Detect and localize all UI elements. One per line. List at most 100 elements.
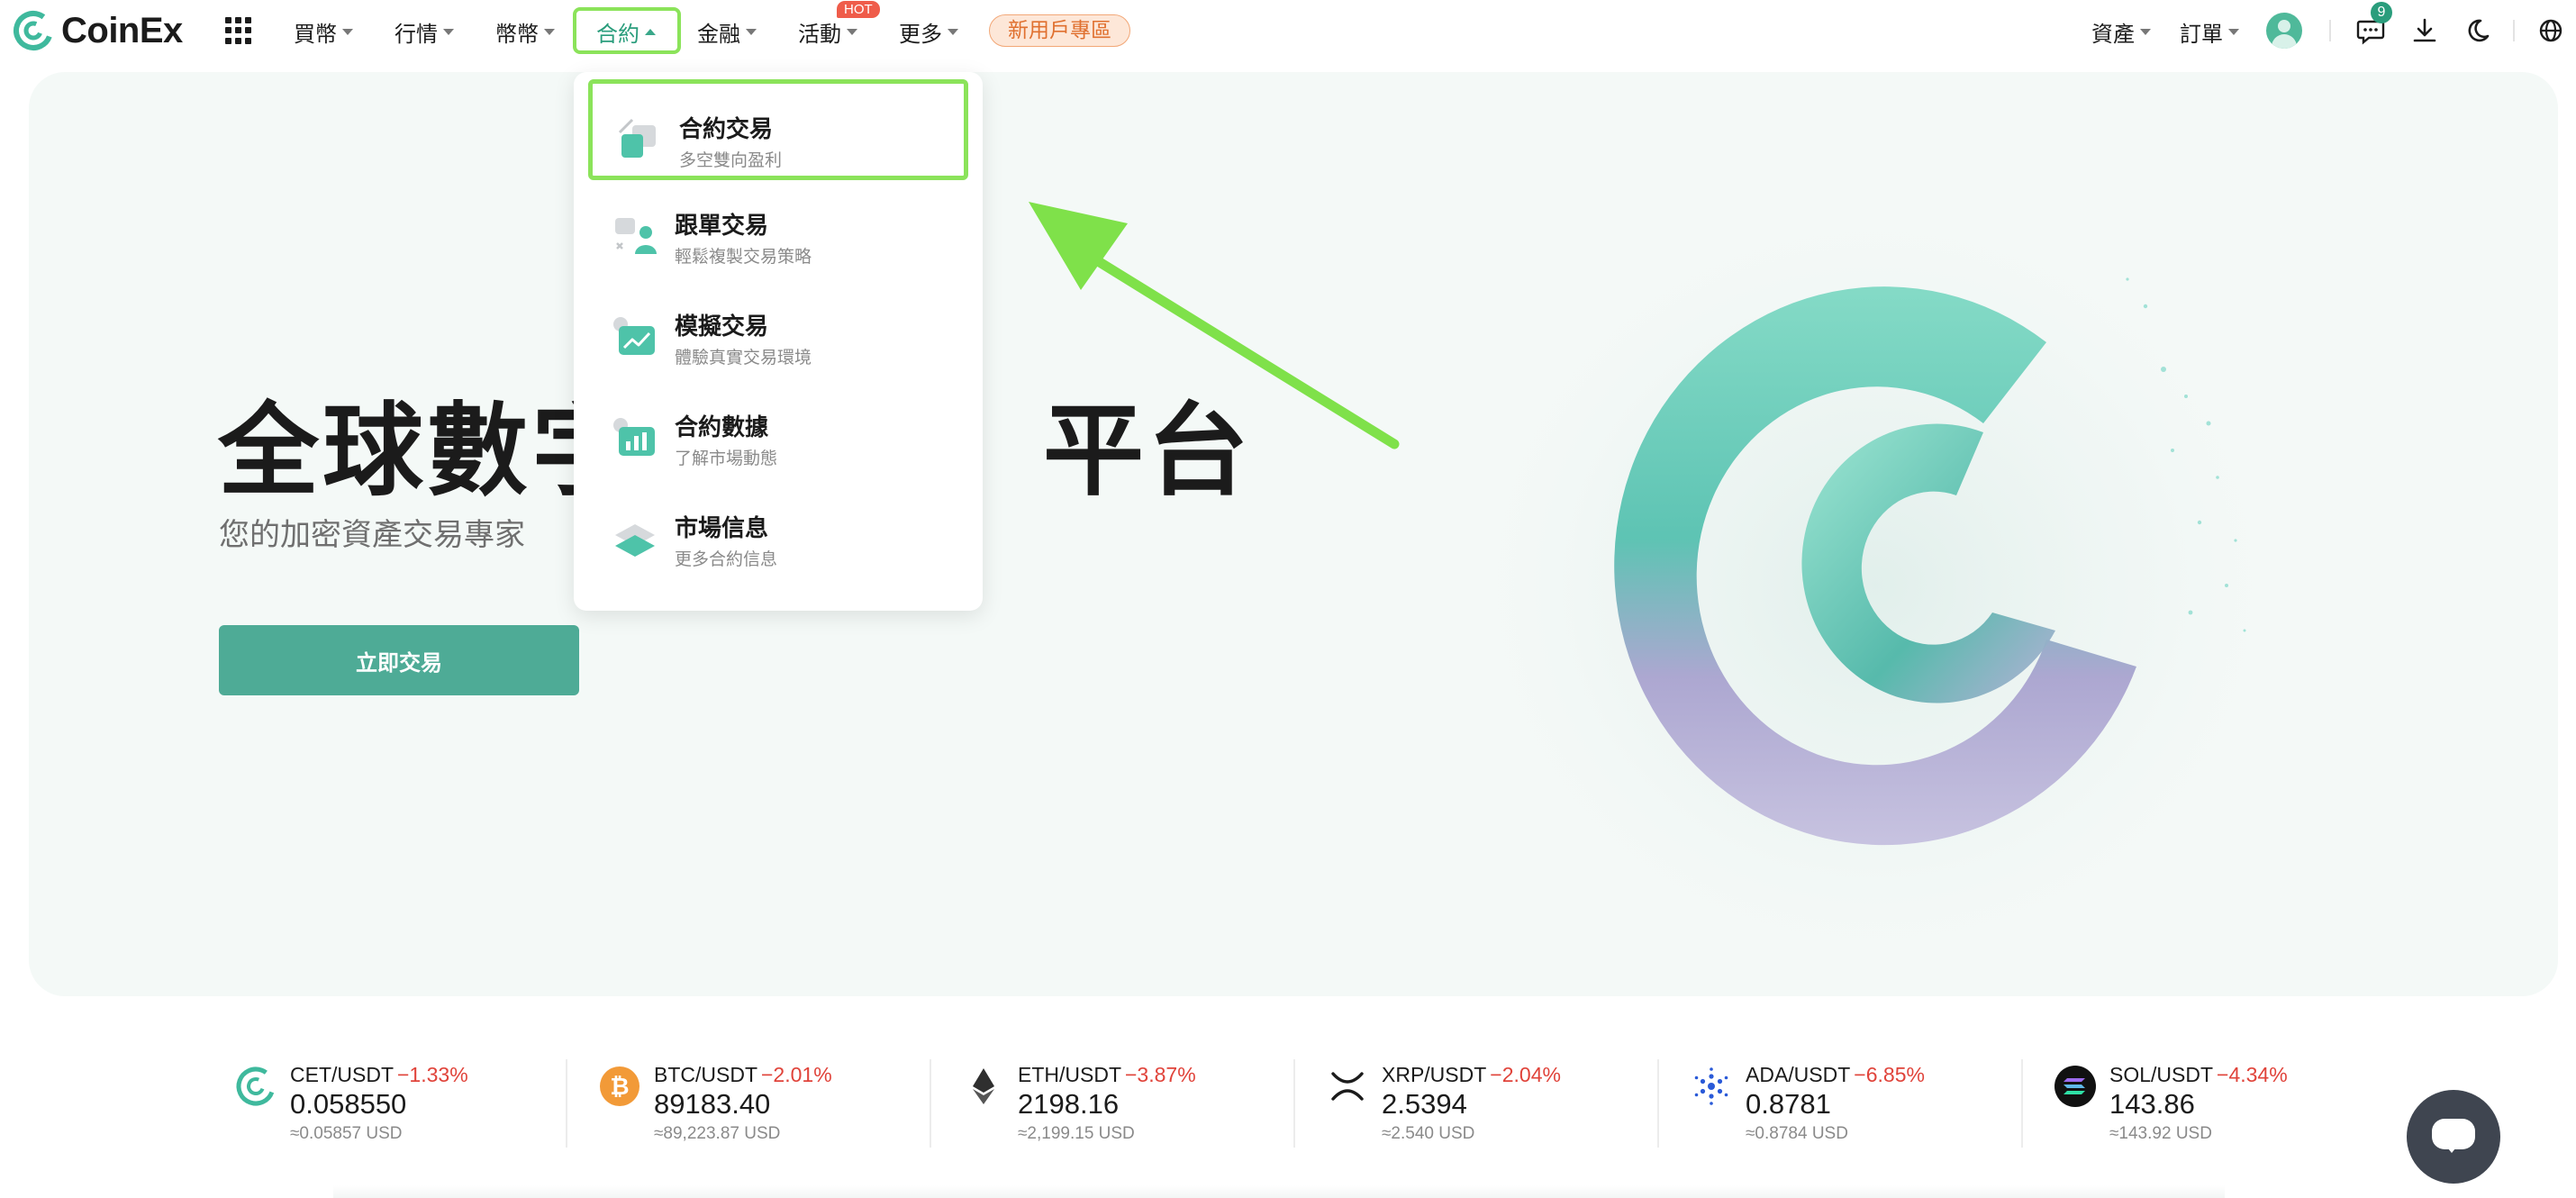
ticker-usd-value: ≈2,199.15 USD [1018,1124,1135,1143]
menu-item-market-info[interactable]: 市場信息 更多合約信息 [588,483,968,584]
chevron-down-icon [948,28,958,35]
futures-data-bar-icon [613,418,655,456]
ticker-usd-value: ≈2.540 USD [1382,1124,1475,1143]
ticker-price: 143.86 [2109,1088,2195,1120]
hot-badge: HOT [837,1,880,18]
market-info-layers-icon [615,524,655,557]
chevron-down-icon [746,28,757,35]
nav-buy-crypto-label: 買幣 [294,21,337,47]
ticker-pair: XRP/USDT −2.04% [1382,1063,1561,1087]
eth-coin-icon [973,1068,994,1104]
download-icon[interactable] [2408,14,2441,47]
language-globe-icon[interactable] [2535,14,2567,47]
nav-assets[interactable]: 資產 [2091,17,2151,47]
user-avatar[interactable] [2266,13,2302,49]
menu-item-demo-trading[interactable]: 模擬交易 體驗真實交易環境 [588,281,968,382]
ticker-item-sol[interactable]: SOL/USDT −4.34% 143.86 ≈143.92 USD [2027,1052,2390,1151]
nav-futures[interactable]: 合約 [596,17,656,47]
nav-more[interactable]: 更多 [899,17,958,47]
menu-item-title: 模擬交易 [675,313,769,340]
support-chat-button[interactable] [2407,1090,2500,1184]
menu-item-desc: 體驗真實交易環境 [675,348,812,368]
ticker-item-xrp[interactable]: XRP/USDT −2.04% 2.5394 ≈2.540 USD [1299,1052,1663,1151]
sol-coin-icon [2054,1066,2096,1107]
message-count-badge: 9 [2371,2,2392,23]
coinex-logo[interactable]: CoinEx [13,9,183,52]
hero-title-right: 平台 [1043,393,1252,510]
ticker-price: 0.8781 [1746,1088,1831,1120]
ticker-price: 89183.40 [654,1088,771,1120]
menu-item-title: 跟單交易 [675,213,769,240]
coinex-logo-icon [14,11,53,50]
price-change: −2.01% [761,1063,832,1086]
ticker-usd-value: ≈143.92 USD [2109,1124,2212,1143]
coinex-3d-logo-artwork [1452,189,2299,982]
chevron-down-icon [2140,28,2151,35]
pair-name: ADA/USDT [1746,1063,1851,1086]
nav-markets-label: 行情 [395,21,438,47]
menu-item-futures-data[interactable]: 合約數據 了解市場動態 [588,382,968,483]
nav-activities[interactable]: 活動 [798,17,857,47]
chevron-down-icon [544,28,555,35]
ticker-usd-value: ≈0.8784 USD [1746,1124,1848,1143]
ticker-pair: BTC/USDT −2.01% [654,1063,832,1087]
top-nav: CoinEx 買幣 行情 幣幣 合約 金融 活動 HOT 更多 新用戶專區 資產… [0,0,2576,61]
menu-item-desc: 更多合約信息 [675,549,778,569]
nav-finance[interactable]: 金融 [697,17,757,47]
ticker-price: 2198.16 [1018,1088,1120,1120]
ticker-pair: SOL/USDT −4.34% [2109,1063,2288,1087]
brand-name: CoinEx [61,10,183,50]
ticker-divider [1293,1059,1295,1148]
ticker-divider [2021,1059,2023,1148]
nav-finance-label: 金融 [697,21,740,47]
menu-item-futures-trading[interactable]: 合約交易 多空雙向盈利 [588,79,968,180]
ticker-item-ada[interactable]: ADA/USDT −6.85% 0.8781 ≈0.8784 USD [1663,1052,2027,1151]
price-change: −3.87% [1125,1063,1196,1086]
nav-markets[interactable]: 行情 [395,17,454,47]
nav-spot[interactable]: 幣幣 [495,17,555,47]
nav-spot-label: 幣幣 [495,21,539,47]
chevron-down-icon [342,28,353,35]
ticker-usd-value: ≈0.05857 USD [290,1124,403,1143]
ticker-pair: ADA/USDT −6.85% [1746,1063,1925,1087]
apps-grid-icon[interactable] [225,17,252,44]
pair-name: BTC/USDT [654,1063,757,1086]
copy-trading-icon [615,218,657,254]
ticker-item-cet[interactable]: CET/USDT −1.33% 0.058550 ≈0.05857 USD [207,1052,571,1151]
nav-divider [2513,20,2515,41]
pair-name: SOL/USDT [2109,1063,2214,1086]
price-change: −1.33% [397,1063,468,1086]
ticker-item-eth[interactable]: ETH/USDT −3.87% 2198.16 ≈2,199.15 USD [935,1052,1299,1151]
nav-buy-crypto[interactable]: 買幣 [294,17,353,47]
ticker-item-btc[interactable]: ₿ BTC/USDT −2.01% 89183.40 ≈89,223.87 USD [571,1052,935,1151]
pair-name: CET/USDT [290,1063,394,1086]
nav-activities-label: 活動 [798,21,841,47]
ticker-divider [1657,1059,1659,1148]
trade-now-button[interactable]: 立即交易 [219,625,579,695]
ada-coin-icon [1694,1067,1728,1105]
ticker-pair: CET/USDT −1.33% [290,1063,468,1087]
ticker-divider [566,1059,567,1148]
nav-orders-label: 訂單 [2180,21,2223,47]
btc-coin-icon: ₿ [600,1066,639,1106]
nav-assets-label: 資產 [2091,21,2135,47]
pair-name: XRP/USDT [1382,1063,1487,1086]
market-ticker: CET/USDT −1.33% 0.058550 ≈0.05857 USD ₿ B… [207,1052,2315,1151]
new-user-promo-button[interactable]: 新用戶專區 [989,14,1130,47]
ticker-usd-value: ≈89,223.87 USD [654,1124,781,1143]
nav-more-label: 更多 [899,21,942,47]
futures-trading-icon [618,118,656,158]
menu-item-copy-trading[interactable]: 跟單交易 輕鬆複製交易策略 [588,180,968,281]
chevron-down-icon [443,28,454,35]
demo-trading-chart-icon [613,317,655,355]
nav-orders[interactable]: 訂單 [2180,17,2239,47]
nav-futures-label: 合約 [596,21,639,47]
hero-subtitle: 您的加密資產交易專家 [219,517,525,553]
chevron-up-icon [645,28,656,35]
price-change: −4.34% [2217,1063,2288,1086]
chevron-down-icon [2228,28,2239,35]
dark-mode-moon-icon[interactable] [2461,14,2493,47]
cet-coin-icon [236,1066,276,1106]
section-divider [333,1185,2225,1198]
chevron-down-icon [847,28,857,35]
